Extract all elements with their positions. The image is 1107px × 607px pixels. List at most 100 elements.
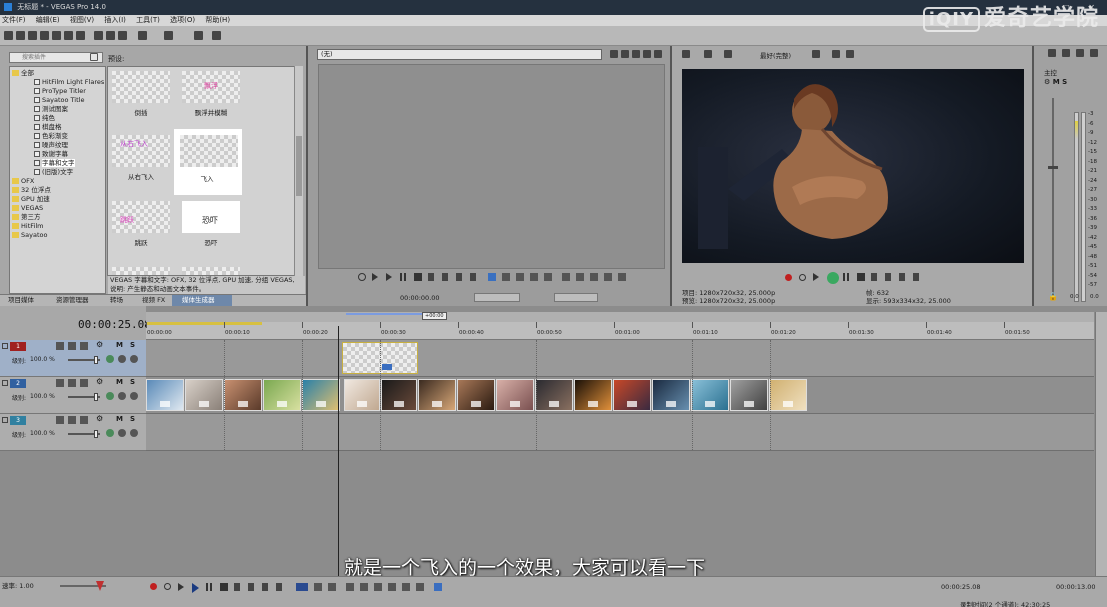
event-fx-icon[interactable] <box>666 401 676 407</box>
properties-icon[interactable] <box>64 31 73 40</box>
event-fx-icon[interactable] <box>510 401 520 407</box>
mixer-tool-icon[interactable] <box>1090 49 1098 57</box>
play-icon[interactable] <box>386 273 392 281</box>
parent-icon[interactable] <box>118 355 126 363</box>
event-fx-icon[interactable] <box>549 401 559 407</box>
scrollbar-thumb[interactable] <box>296 136 302 196</box>
tab-media-generators[interactable]: 媒体生成器 <box>172 295 232 306</box>
delete-icon[interactable] <box>346 583 354 591</box>
render-icon[interactable] <box>52 31 61 40</box>
record-icon[interactable] <box>785 274 792 281</box>
video-event-clip[interactable] <box>769 379 807 411</box>
plugin-manager-icon[interactable] <box>194 31 203 40</box>
menu-help[interactable]: 帮助(H) <box>205 16 230 24</box>
open-icon[interactable] <box>16 31 25 40</box>
search-options-icon[interactable] <box>90 53 98 61</box>
plugin-tree-item[interactable]: HitFilm Light Flares <box>34 78 104 87</box>
mixer-tool-icon[interactable] <box>1062 49 1070 57</box>
preset-item-selected[interactable]: 飞入 <box>174 129 242 195</box>
video-event-clip[interactable] <box>613 379 651 411</box>
video-event-clip[interactable] <box>691 379 729 411</box>
plugin-tree-item[interactable]: 棋盘格 <box>34 123 62 132</box>
mixer-tool-icon[interactable] <box>1076 49 1084 57</box>
mixer-solo-button[interactable]: S <box>1062 78 1067 86</box>
level-slider-handle[interactable] <box>94 356 98 364</box>
loop-icon[interactable] <box>164 583 171 590</box>
track-header-1[interactable]: 1 ⚙ M S 级别: 100.0 % <box>0 340 146 377</box>
master-fader-handle[interactable] <box>1048 166 1058 169</box>
level-slider-handle[interactable] <box>94 393 98 401</box>
menu-options[interactable]: 选项(O) <box>170 16 195 24</box>
preset-item[interactable] <box>108 263 170 275</box>
composite-mode-icon[interactable] <box>106 392 114 400</box>
level-slider-handle[interactable] <box>94 430 98 438</box>
video-event-clip[interactable] <box>418 379 456 411</box>
plugin-tree-item[interactable]: HitFilm <box>12 222 43 231</box>
trim-icon[interactable] <box>360 583 368 591</box>
plugin-tree-item[interactable]: 纯色 <box>34 114 55 123</box>
trimmer-tool-icon[interactable] <box>604 273 612 281</box>
save-icon[interactable] <box>28 31 37 40</box>
snap-icon[interactable] <box>434 583 442 591</box>
mixer-settings-icon[interactable] <box>1048 49 1056 57</box>
selection-tool-icon[interactable] <box>328 583 336 591</box>
mute-button[interactable]: M <box>116 415 123 423</box>
plugin-tree-item[interactable]: 噪声纹理 <box>34 141 68 150</box>
stop-icon[interactable] <box>414 273 422 281</box>
redo-icon[interactable] <box>164 31 173 40</box>
video-event-clip[interactable] <box>263 379 301 411</box>
trimmer-tool-icon[interactable] <box>576 273 584 281</box>
trimmer-tool-icon[interactable] <box>643 50 651 58</box>
loop-icon[interactable] <box>799 274 806 281</box>
video-event-clip[interactable] <box>146 379 184 411</box>
event-fx-icon[interactable] <box>705 401 715 407</box>
save-as-icon[interactable] <box>40 31 49 40</box>
grid-icon[interactable] <box>812 50 820 58</box>
trim-start-icon[interactable] <box>374 583 382 591</box>
settings-gear-icon[interactable]: ⚙ <box>96 377 103 386</box>
trimmer-tool-icon[interactable] <box>502 273 510 281</box>
trimmer-out-field[interactable] <box>554 293 598 302</box>
loop-playback-icon[interactable] <box>488 273 496 281</box>
split-screen-icon[interactable] <box>704 50 712 58</box>
presets-scrollbar[interactable] <box>294 66 303 276</box>
video-event-clip[interactable] <box>302 379 340 411</box>
track-fx-icon[interactable] <box>68 342 76 350</box>
menu-edit[interactable]: 编辑(E) <box>36 16 60 24</box>
plugin-tree-item[interactable]: Sayatoo Title <box>34 96 84 105</box>
playhead-cursor[interactable] <box>338 326 339 576</box>
plugin-tree-item[interactable]: 第三方 <box>12 213 41 222</box>
compositing-icon[interactable] <box>80 379 88 387</box>
track-lane-3[interactable] <box>146 414 1094 451</box>
prev-frame-icon[interactable] <box>262 583 268 591</box>
next-frame-icon[interactable] <box>913 273 919 281</box>
track-motion-icon[interactable] <box>56 379 64 387</box>
track-fx-icon[interactable] <box>68 416 76 424</box>
solo-button[interactable]: S <box>130 415 135 423</box>
video-event-clip[interactable] <box>535 379 573 411</box>
event-fx-icon[interactable] <box>744 401 754 407</box>
video-event-clip[interactable] <box>185 379 223 411</box>
mute-button[interactable]: M <box>116 341 123 349</box>
pause-icon[interactable] <box>206 583 212 591</box>
copy-icon[interactable] <box>106 31 115 40</box>
copy-snapshot-icon[interactable] <box>832 50 840 58</box>
loop-region-bar[interactable]: +00:00 <box>146 312 1094 322</box>
plugin-search-input[interactable]: 搜索插件 <box>9 52 103 63</box>
trimmer-tool-icon[interactable] <box>562 273 570 281</box>
next-frame-icon[interactable] <box>470 273 476 281</box>
plugin-tree-item[interactable]: ProType Titler <box>34 87 86 96</box>
event-fx-icon[interactable] <box>382 364 393 370</box>
help-icon[interactable] <box>212 31 221 40</box>
play-icon[interactable] <box>827 272 839 284</box>
event-fx-icon[interactable] <box>199 401 209 407</box>
video-event-clip[interactable] <box>574 379 612 411</box>
mute-button[interactable]: M <box>116 378 123 386</box>
compositing-icon[interactable] <box>80 416 88 424</box>
prev-frame-icon[interactable] <box>456 273 462 281</box>
event-fx-icon[interactable] <box>471 401 481 407</box>
tab-video-fx[interactable]: 视频 FX <box>142 295 165 306</box>
overlay-icon[interactable] <box>724 50 732 58</box>
trimmer-tool-icon[interactable] <box>590 273 598 281</box>
event-fx-icon[interactable] <box>277 401 287 407</box>
